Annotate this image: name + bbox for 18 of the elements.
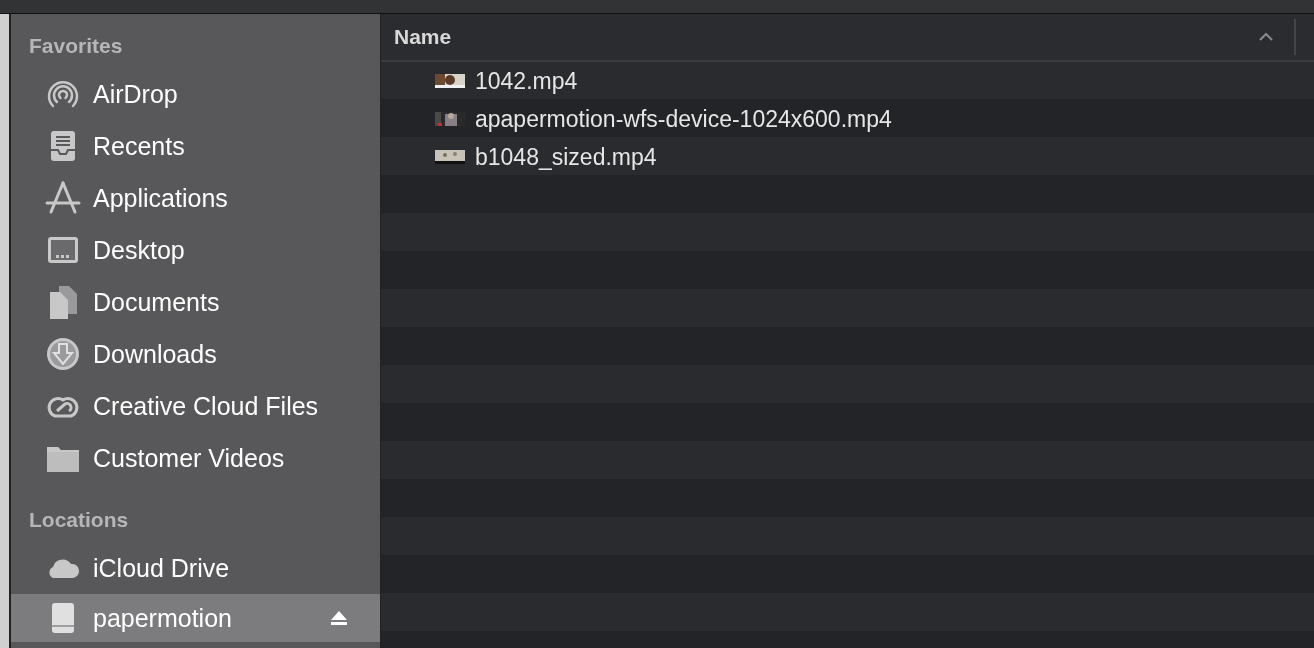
sidebar-item[interactable]: Documents: [11, 276, 380, 328]
file-row[interactable]: b1048_sized.mp4: [381, 138, 1314, 176]
sidebar-item[interactable]: iCloud Drive: [11, 542, 380, 594]
section-heading: Favorites: [28, 33, 124, 59]
sidebar-item[interactable]: Customer Videos: [11, 432, 380, 484]
sidebar-item[interactable]: Recents: [11, 120, 380, 172]
sidebar-item[interactable]: papermotion: [11, 594, 380, 642]
sidebar-item[interactable]: AirDrop: [11, 68, 380, 120]
file-row[interactable]: apapermotion-wfs-device-1024x600.mp4: [381, 100, 1314, 138]
sidebar-item[interactable]: Desktop: [11, 224, 380, 276]
eject-icon[interactable]: [330, 610, 348, 626]
sidebar-item[interactable]: Applications: [11, 172, 380, 224]
section-heading: Locations: [28, 507, 130, 533]
app-store-icon: [45, 180, 81, 216]
sidebar-item[interactable]: Creative Cloud Files: [11, 380, 380, 432]
download-icon: [45, 336, 81, 372]
sidebar-item[interactable]: Downloads: [11, 328, 380, 380]
file-row[interactable]: 1042.mp4: [381, 62, 1314, 100]
